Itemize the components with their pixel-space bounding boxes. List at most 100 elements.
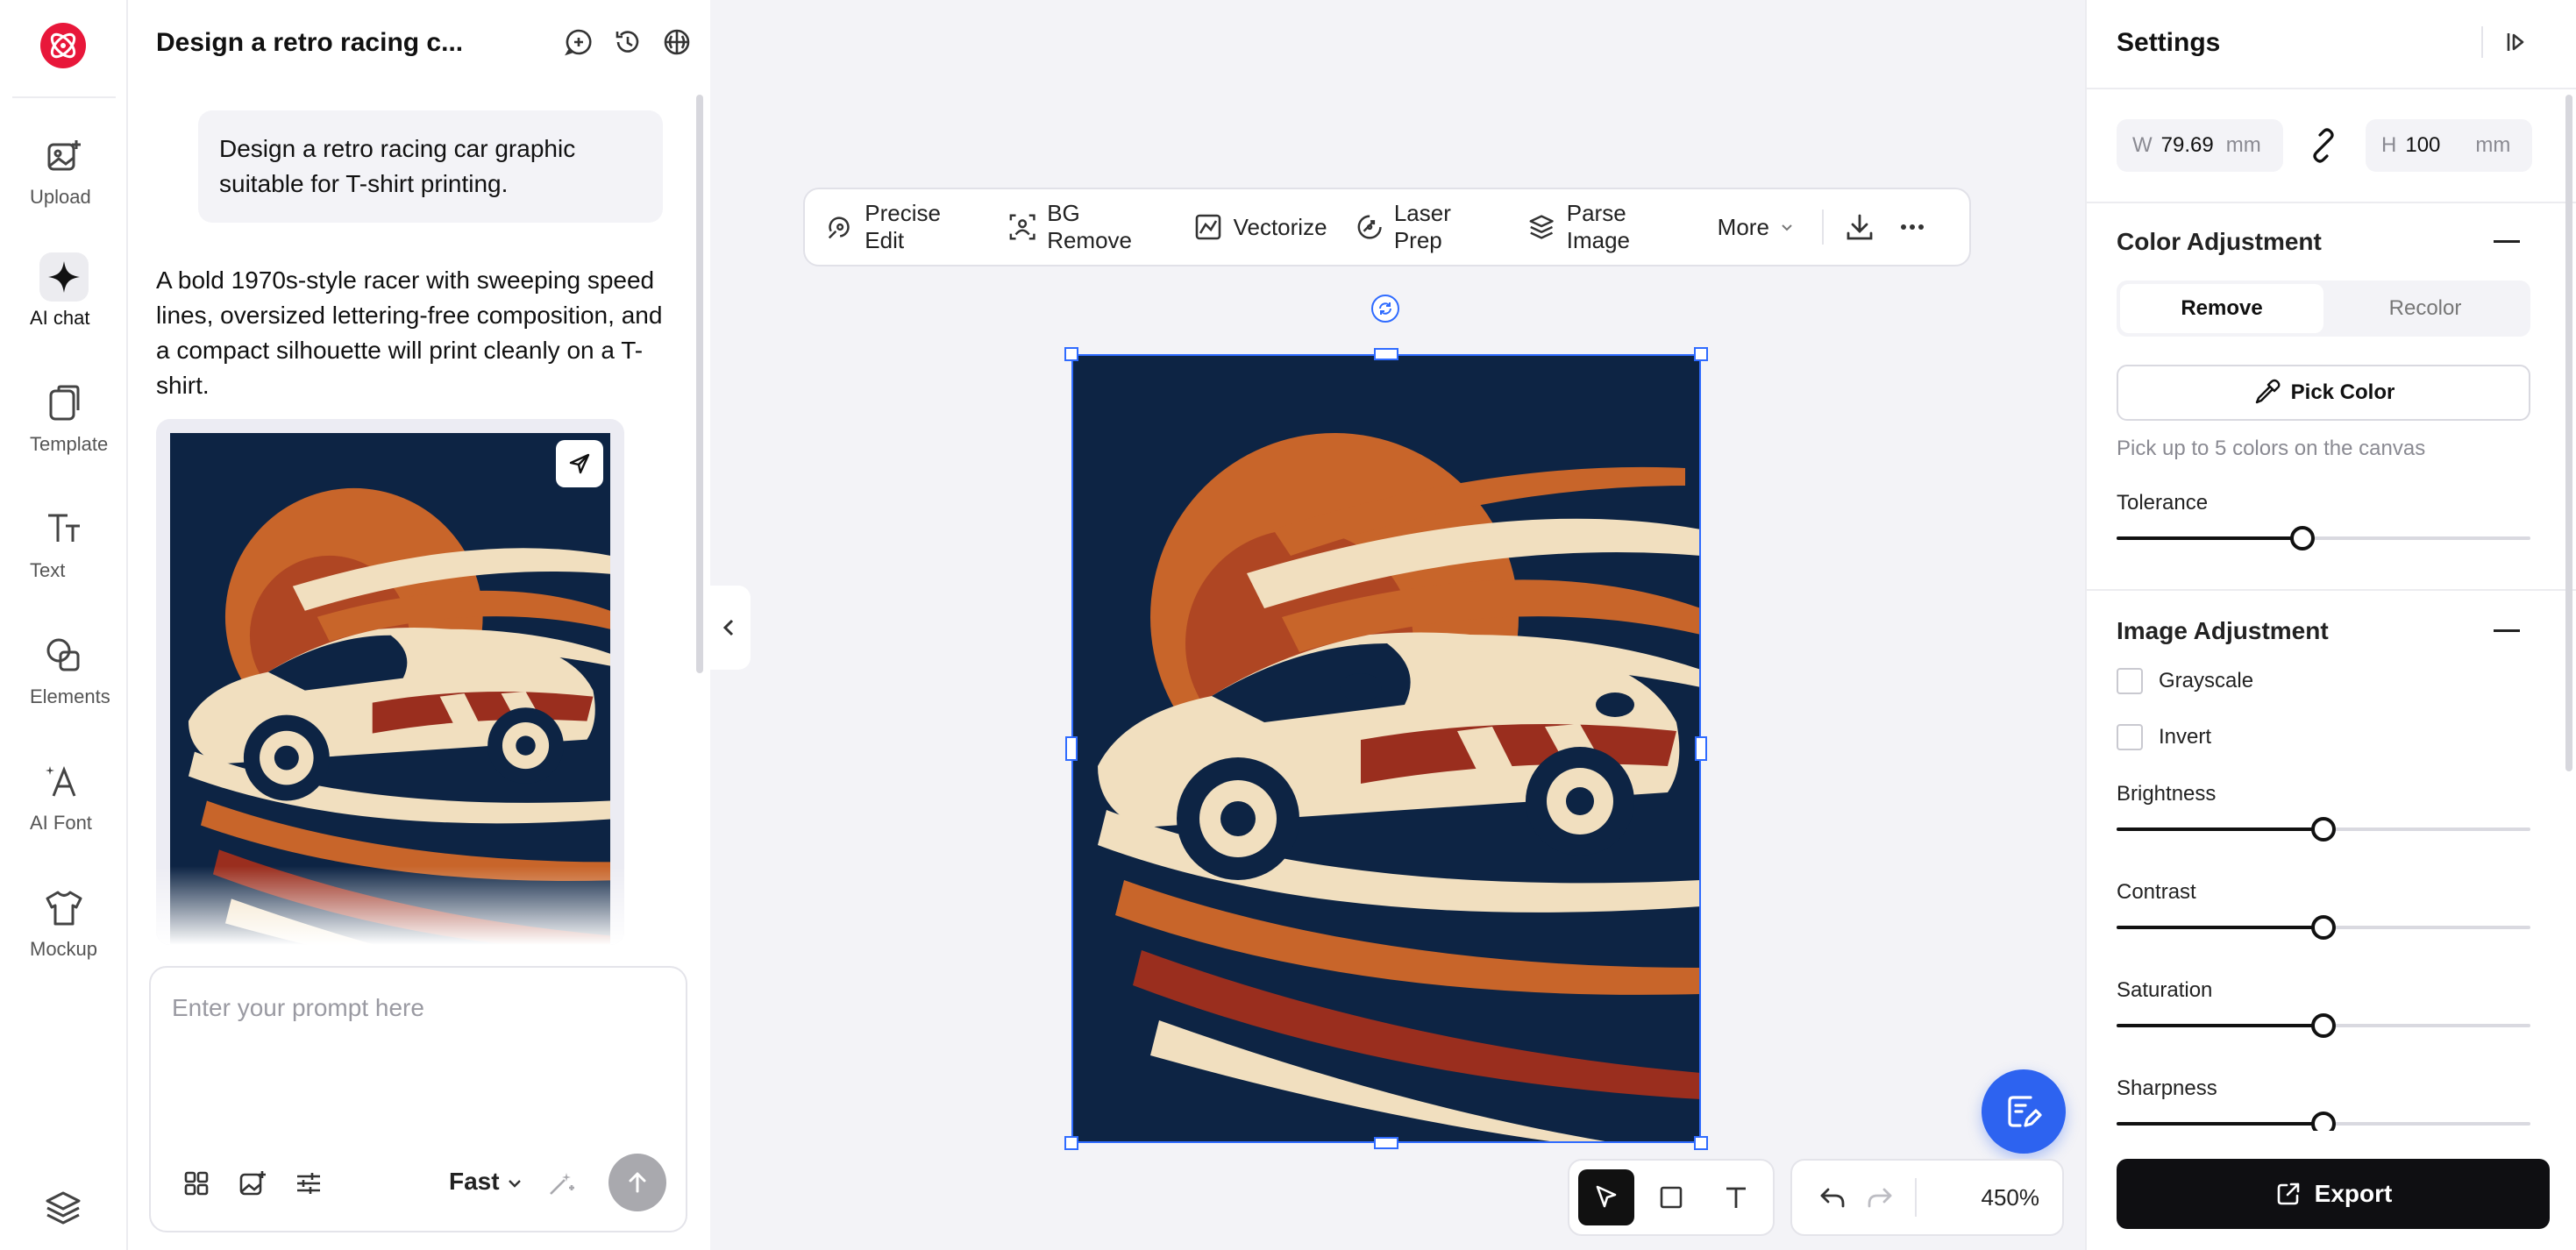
history-zoom-group: 450% <box>1790 1159 2064 1236</box>
tab-recolor[interactable]: Recolor <box>2323 284 2527 333</box>
rail-label: Template <box>30 433 109 455</box>
grid-icon[interactable] <box>181 1168 212 1199</box>
rail-item-template[interactable]: Template <box>0 379 128 455</box>
width-field[interactable]: W 79.69 mm <box>2117 119 2283 172</box>
history-icon[interactable] <box>612 26 644 58</box>
slider-knob[interactable] <box>2290 526 2316 550</box>
rail-item-ai-font[interactable]: AI Font <box>0 757 128 834</box>
collapse-settings-icon[interactable] <box>2481 25 2534 60</box>
rail-item-ai-chat[interactable]: AI chat <box>0 252 128 329</box>
select-tool-button[interactable] <box>1578 1169 1634 1225</box>
image-toolbar: Precise Edit BG Remove Vectorize Laser P… <box>803 188 1971 266</box>
magic-wand-icon[interactable] <box>547 1169 575 1202</box>
height-field[interactable]: H 100 mm <box>2366 119 2532 172</box>
prompt-input[interactable]: Enter your prompt here <box>172 994 424 1022</box>
resize-handle-right[interactable] <box>1695 736 1707 761</box>
laser-prep-button[interactable]: Laser Prep <box>1356 200 1500 254</box>
contrast-label: Contrast <box>2117 880 2196 904</box>
rotate-handle[interactable] <box>1371 295 1399 323</box>
export-button[interactable]: Export <box>2117 1159 2550 1229</box>
notes-fab-button[interactable] <box>1982 1069 2066 1154</box>
bg-remove-button[interactable]: BG Remove <box>1008 200 1165 254</box>
mode-select[interactable]: Fast <box>449 1168 523 1196</box>
height-value[interactable]: 100 <box>2405 133 2440 158</box>
invert-checkbox[interactable]: Invert <box>2117 724 2211 750</box>
add-image-icon[interactable] <box>237 1168 268 1199</box>
resize-handle-top-left[interactable] <box>1064 347 1078 361</box>
canvas-tool-group <box>1568 1159 1775 1236</box>
mode-label: Fast <box>449 1168 500 1195</box>
collapse-color-adjustment-icon[interactable] <box>2494 240 2520 243</box>
tolerance-slider[interactable] <box>2117 526 2530 550</box>
sliders-icon[interactable] <box>293 1168 324 1199</box>
slider-knob[interactable] <box>2311 1013 2336 1038</box>
chat-panel: Design a retro racing c... Design a retr… <box>128 0 710 1250</box>
resize-handle-left[interactable] <box>1065 736 1078 761</box>
ai-message: A bold 1970s-style racer with sweeping s… <box>156 266 663 399</box>
app-logo[interactable] <box>40 23 86 68</box>
resize-handle-bottom[interactable] <box>1374 1137 1398 1149</box>
slider-knob[interactable] <box>2311 817 2336 842</box>
undo-button[interactable] <box>1804 1169 1861 1225</box>
pick-color-hint: Pick up to 5 colors on the canvas <box>2117 437 2426 460</box>
resize-handle-bottom-right[interactable] <box>1694 1136 1708 1150</box>
collapse-image-adjustment-icon[interactable] <box>2494 629 2520 632</box>
redo-button[interactable] <box>1861 1169 1899 1225</box>
width-label: W <box>2132 133 2153 157</box>
sparkle-icon <box>39 252 89 302</box>
submit-prompt-button[interactable] <box>608 1154 666 1211</box>
saturation-slider[interactable] <box>2117 1013 2530 1038</box>
grayscale-label: Grayscale <box>2159 669 2254 692</box>
sharpness-slider[interactable] <box>2117 1112 2530 1136</box>
chat-scrollbar[interactable] <box>696 95 703 673</box>
lock-aspect-link-icon[interactable] <box>2306 128 2341 167</box>
download-icon[interactable] <box>1843 210 1876 245</box>
invert-label: Invert <box>2159 725 2212 749</box>
rail-item-mockup[interactable]: Mockup <box>0 884 128 960</box>
new-chat-icon[interactable] <box>563 26 594 58</box>
layers-icon[interactable] <box>44 1189 82 1232</box>
more-menu-button[interactable]: More <box>1718 214 1794 241</box>
brightness-slider[interactable] <box>2117 817 2530 842</box>
generated-image-card[interactable] <box>156 419 624 945</box>
rail-item-text[interactable]: Text <box>0 505 128 581</box>
rectangle-tool-button[interactable] <box>1643 1169 1699 1225</box>
prompt-box[interactable]: Enter your prompt here Fast <box>149 966 687 1232</box>
tab-remove[interactable]: Remove <box>2120 284 2323 333</box>
sharpness-label: Sharpness <box>2117 1076 2217 1100</box>
brain-icon[interactable] <box>661 26 693 58</box>
chevron-down-icon <box>1782 224 1792 231</box>
collapse-chat-button[interactable] <box>708 586 751 670</box>
resize-handle-bottom-left[interactable] <box>1064 1136 1078 1150</box>
eyedropper-icon <box>2255 379 2281 404</box>
chat-title: Design a retro racing c... <box>156 28 464 57</box>
rail-item-upload[interactable]: Upload <box>0 131 128 208</box>
contrast-slider[interactable] <box>2117 915 2530 940</box>
grayscale-checkbox[interactable]: Grayscale <box>2117 668 2253 694</box>
template-icon <box>39 379 89 428</box>
ai-font-icon <box>39 757 89 806</box>
zoom-level[interactable]: 450% <box>1982 1184 2051 1211</box>
divider <box>2087 202 2576 203</box>
parse-image-button[interactable]: Parse Image <box>1527 200 1689 254</box>
send-to-canvas-button[interactable] <box>556 440 603 487</box>
resize-handle-top[interactable] <box>1374 348 1398 360</box>
divider <box>2087 589 2576 591</box>
width-value[interactable]: 79.69 <box>2161 133 2214 158</box>
pick-color-button[interactable]: Pick Color <box>2117 365 2530 421</box>
resize-handle-top-right[interactable] <box>1694 347 1708 361</box>
logo-mark-icon <box>50 32 76 59</box>
vectorize-button[interactable]: Vectorize <box>1193 212 1327 242</box>
undo-icon <box>1820 1188 1845 1208</box>
slider-knob[interactable] <box>2311 915 2336 940</box>
settings-scrollbar[interactable] <box>2565 95 2572 771</box>
checkbox-box[interactable] <box>2117 724 2143 750</box>
width-unit: mm <box>2225 133 2261 157</box>
precise-edit-button[interactable]: Precise Edit <box>826 200 980 254</box>
rail-item-elements[interactable]: Elements <box>0 631 128 707</box>
more-options-icon[interactable] <box>1896 210 1929 245</box>
divider <box>2087 88 2576 89</box>
upload-image-icon <box>39 131 89 181</box>
checkbox-box[interactable] <box>2117 668 2143 694</box>
text-tool-button[interactable] <box>1708 1169 1764 1225</box>
